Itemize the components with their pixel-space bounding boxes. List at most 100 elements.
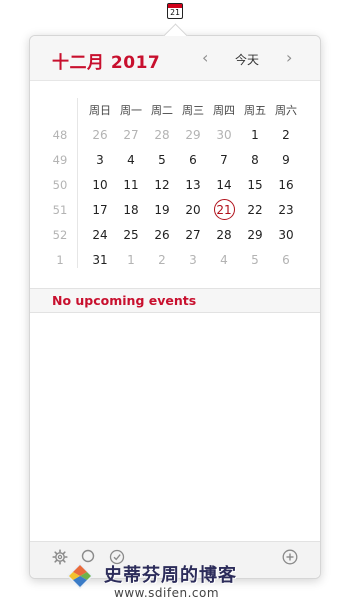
day-cell[interactable]: 17 — [86, 198, 114, 223]
day-number: 5 — [158, 153, 166, 167]
next-month-button[interactable]: › — [286, 48, 292, 67]
day-cell[interactable]: 28 — [148, 123, 176, 148]
day-cell[interactable]: 14 — [210, 173, 238, 198]
day-cell[interactable]: 2 — [272, 123, 300, 148]
day-cell[interactable]: 4 — [117, 148, 145, 173]
day-cell[interactable]: 1 — [241, 123, 269, 148]
day-cell[interactable]: 22 — [241, 198, 269, 223]
day-number: 7 — [220, 153, 228, 167]
checkmark-icon[interactable] — [107, 549, 127, 569]
day-cell-today[interactable]: 21 — [210, 198, 238, 223]
day-cell[interactable]: 18 — [117, 198, 145, 223]
day-cell[interactable]: 26 — [86, 123, 114, 148]
week-number: 1 — [56, 253, 64, 267]
week-row: 48 26 27 28 29 30 1 2 — [30, 123, 320, 148]
day-number: 10 — [92, 178, 108, 192]
no-events-label: No upcoming events — [52, 293, 197, 308]
day-cell[interactable]: 3 — [86, 148, 114, 173]
day-cell[interactable]: 4 — [210, 248, 238, 273]
day-number: 24 — [92, 228, 108, 242]
day-number: 20 — [185, 203, 201, 217]
week-row: 49 3 4 5 6 7 8 9 — [30, 148, 320, 173]
day-cell[interactable]: 5 — [241, 248, 269, 273]
popover-header: 十二月 2017 ‹ 今天 › — [30, 36, 320, 81]
day-number: 28 — [216, 228, 232, 242]
day-number: 11 — [123, 178, 139, 192]
day-number: 30 — [278, 228, 294, 242]
day-cell[interactable]: 10 — [86, 173, 114, 198]
weekday-label: 周二 — [151, 104, 173, 117]
weekday-header-row: 周日 周一 周二 周三 周四 周五 周六 — [30, 98, 320, 123]
day-cell[interactable]: 6 — [272, 248, 300, 273]
day-cell[interactable]: 7 — [210, 148, 238, 173]
today-button[interactable]: 今天 — [235, 51, 259, 68]
day-number: 31 — [92, 253, 108, 267]
day-number: 3 — [189, 253, 197, 267]
prev-month-button[interactable]: ‹ — [202, 48, 208, 67]
search-icon[interactable] — [79, 549, 99, 569]
day-cell[interactable]: 20 — [179, 198, 207, 223]
day-cell[interactable]: 24 — [86, 223, 114, 248]
day-number: 3 — [96, 153, 104, 167]
day-cell[interactable]: 6 — [179, 148, 207, 173]
day-cell[interactable]: 12 — [148, 173, 176, 198]
day-cell[interactable]: 1 — [117, 248, 145, 273]
day-number: 29 — [247, 228, 263, 242]
week-number: 51 — [52, 203, 68, 217]
gear-icon[interactable] — [50, 549, 70, 569]
popover-footer — [30, 541, 320, 578]
day-number: 4 — [127, 153, 135, 167]
menubar-calendar-day: 21 — [170, 8, 180, 17]
weekday-label: 周四 — [213, 104, 235, 117]
day-number: 14 — [216, 178, 232, 192]
day-number: 29 — [185, 128, 201, 142]
events-header: No upcoming events — [30, 288, 320, 313]
day-cell[interactable]: 30 — [210, 123, 238, 148]
day-number: 8 — [251, 153, 259, 167]
day-number: 6 — [282, 253, 290, 267]
day-cell[interactable]: 28 — [210, 223, 238, 248]
day-cell[interactable]: 3 — [179, 248, 207, 273]
day-cell[interactable]: 25 — [117, 223, 145, 248]
day-number: 18 — [123, 203, 139, 217]
day-number: 2 — [158, 253, 166, 267]
day-number: 15 — [247, 178, 263, 192]
day-cell[interactable]: 31 — [86, 248, 114, 273]
add-icon[interactable] — [280, 549, 300, 569]
day-cell[interactable]: 5 — [148, 148, 176, 173]
day-cell[interactable]: 27 — [117, 123, 145, 148]
day-cell[interactable]: 29 — [179, 123, 207, 148]
day-number: 27 — [185, 228, 201, 242]
menubar-calendar-icon[interactable]: 21 — [167, 3, 183, 19]
day-cell[interactable]: 29 — [241, 223, 269, 248]
day-cell[interactable]: 30 — [272, 223, 300, 248]
day-number: 21 — [213, 199, 235, 220]
day-cell[interactable]: 8 — [241, 148, 269, 173]
day-cell[interactable]: 23 — [272, 198, 300, 223]
day-cell[interactable]: 13 — [179, 173, 207, 198]
day-number: 22 — [247, 203, 263, 217]
watermark-url: www.sdifen.com — [114, 586, 220, 600]
day-number: 5 — [251, 253, 259, 267]
weekday-label: 周六 — [275, 104, 297, 117]
day-cell[interactable]: 9 — [272, 148, 300, 173]
day-number: 27 — [123, 128, 139, 142]
day-cell[interactable]: 16 — [272, 173, 300, 198]
calendar-popover: 十二月 2017 ‹ 今天 › 周日 周一 周二 周三 周四 周五 周六 48 26 27 28 29… — [29, 23, 321, 579]
day-number: 4 — [220, 253, 228, 267]
week-row: 52 24 25 26 27 28 29 30 — [30, 223, 320, 248]
day-cell[interactable]: 15 — [241, 173, 269, 198]
day-cell[interactable]: 2 — [148, 248, 176, 273]
day-cell[interactable]: 27 — [179, 223, 207, 248]
week-row: 1 31 1 2 3 4 5 6 — [30, 248, 320, 273]
day-number: 26 — [154, 228, 170, 242]
day-number: 17 — [92, 203, 108, 217]
weekday-label: 周日 — [89, 104, 111, 117]
day-number: 1 — [127, 253, 135, 267]
weekday-label: 周三 — [182, 104, 204, 117]
day-number: 6 — [189, 153, 197, 167]
day-cell[interactable]: 11 — [117, 173, 145, 198]
day-cell[interactable]: 26 — [148, 223, 176, 248]
day-number: 1 — [251, 128, 259, 142]
day-cell[interactable]: 19 — [148, 198, 176, 223]
